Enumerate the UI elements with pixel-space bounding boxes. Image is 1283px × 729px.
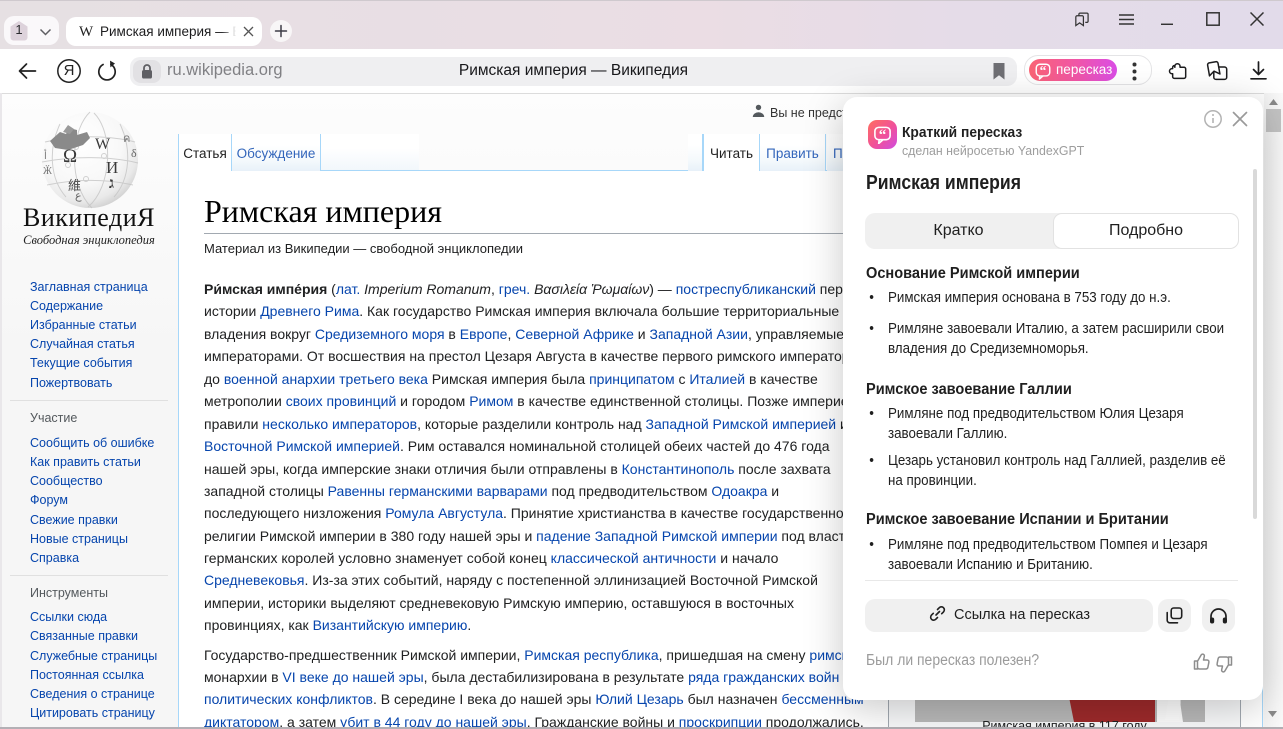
svg-text:“: “ — [1040, 63, 1047, 78]
svg-text:“: “ — [879, 126, 887, 143]
